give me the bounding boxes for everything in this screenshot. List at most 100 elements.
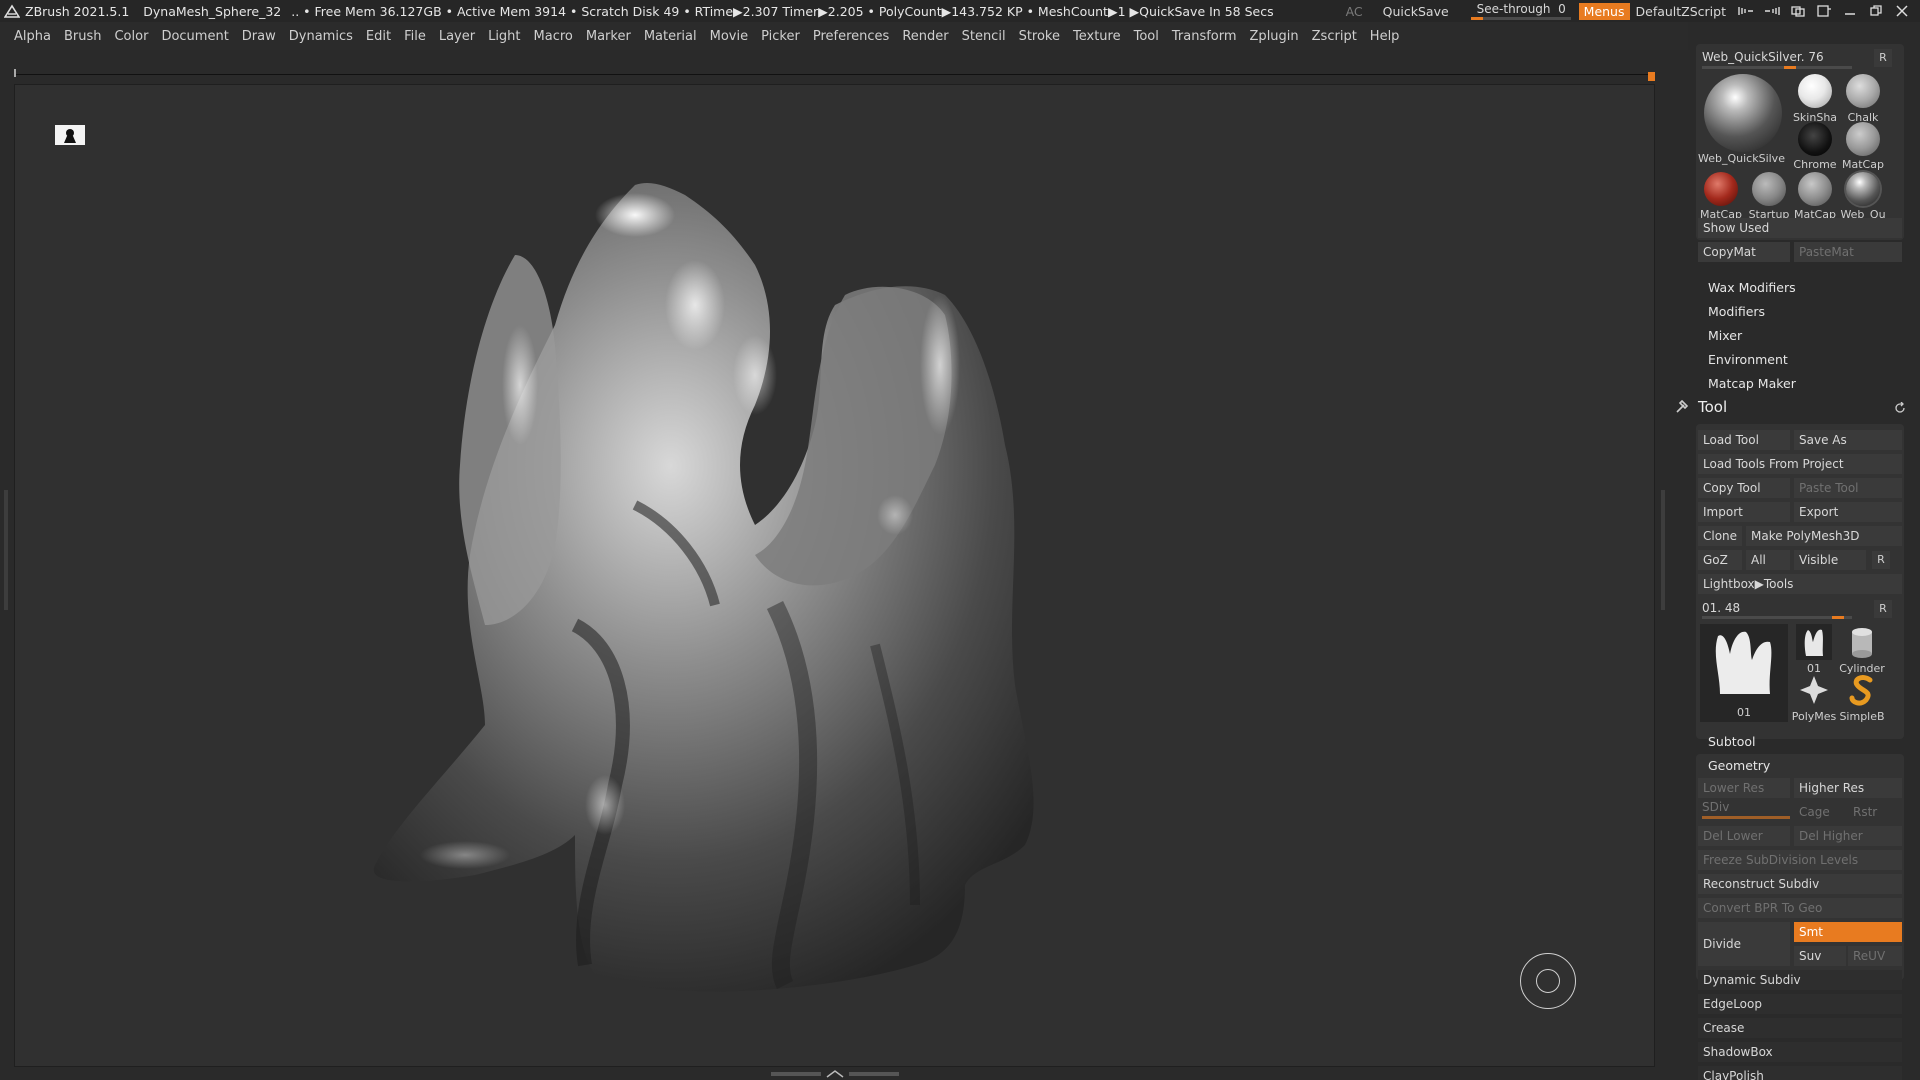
load-tool-button[interactable]: Load Tool <box>1698 430 1790 450</box>
paste-tool-button[interactable]: Paste Tool <box>1794 478 1902 498</box>
goz-visible-button[interactable]: Visible <box>1794 550 1866 570</box>
sculpt-model[interactable] <box>15 85 1655 1067</box>
tool-slider-reset-button[interactable]: R <box>1874 600 1892 618</box>
menu-render[interactable]: Render <box>902 29 948 44</box>
material-slider-knob[interactable] <box>1784 66 1796 69</box>
make-polymesh3d-button[interactable]: Make PolyMesh3D <box>1746 526 1902 546</box>
current-tool-thumbnail[interactable]: 01 <box>1700 624 1788 722</box>
tool-palette-title[interactable]: Tool <box>1698 398 1727 416</box>
higher-res-button[interactable]: Higher Res <box>1794 778 1902 798</box>
paste-mat-button[interactable]: PasteMat <box>1794 242 1902 262</box>
goz-reset-button[interactable]: R <box>1872 551 1890 569</box>
tool-thumb-polymesh[interactable] <box>1796 672 1832 708</box>
menu-zplugin[interactable]: Zplugin <box>1250 29 1299 44</box>
material-thumb-matcap-gray[interactable] <box>1798 172 1832 206</box>
menu-stroke[interactable]: Stroke <box>1019 29 1060 44</box>
menu-zscript[interactable]: Zscript <box>1312 29 1357 44</box>
navigation-gizmo-inner[interactable] <box>1536 969 1560 993</box>
menu-file[interactable]: File <box>404 29 426 44</box>
timeline-ruler[interactable] <box>14 69 1655 81</box>
material-large-preview[interactable] <box>1704 74 1782 152</box>
material-thumb-matcap[interactable] <box>1846 122 1880 156</box>
claypolish-section[interactable]: ClayPolish <box>1698 1066 1902 1080</box>
menu-stencil[interactable]: Stencil <box>962 29 1006 44</box>
right-tray-handle[interactable] <box>1661 490 1665 610</box>
tool-thumb-01[interactable] <box>1796 624 1832 660</box>
menu-color[interactable]: Color <box>114 29 148 44</box>
close-icon[interactable] <box>1894 5 1910 17</box>
import-button[interactable]: Import <box>1698 502 1790 522</box>
menu-layer[interactable]: Layer <box>439 29 475 44</box>
subtool-section[interactable]: Subtool <box>1708 734 1755 749</box>
lower-res-button[interactable]: Lower Res <box>1698 778 1790 798</box>
goz-all-button[interactable]: All <box>1746 550 1790 570</box>
menu-marker[interactable]: Marker <box>586 29 631 44</box>
copy-tool-button[interactable]: Copy Tool <box>1698 478 1790 498</box>
minimize-icon[interactable] <box>1842 5 1858 17</box>
timeline-knob[interactable] <box>1648 72 1655 81</box>
smt-toggle[interactable]: Smt <box>1794 922 1902 942</box>
save-as-button[interactable]: Save As <box>1794 430 1902 450</box>
convert-bpr-to-geo-button[interactable]: Convert BPR To Geo <box>1698 898 1902 918</box>
menus-button[interactable]: Menus <box>1578 2 1630 20</box>
dynamic-subdiv-section[interactable]: Dynamic Subdiv <box>1698 970 1902 990</box>
material-thumb-startup[interactable] <box>1752 172 1786 206</box>
menu-alpha[interactable]: Alpha <box>14 29 51 44</box>
tool-slider-track[interactable] <box>1702 616 1852 619</box>
modifiers-section[interactable]: Modifiers <box>1708 304 1765 319</box>
see-through-slider[interactable]: See-through 0 <box>1470 0 1571 22</box>
tool-slider-knob[interactable] <box>1831 616 1844 619</box>
menu-movie[interactable]: Movie <box>710 29 748 44</box>
material-thumb-matcap-red[interactable] <box>1704 172 1738 206</box>
load-tools-from-project-button[interactable]: Load Tools From Project <box>1698 454 1902 474</box>
material-thumb-skinshade[interactable] <box>1798 74 1832 108</box>
environment-section[interactable]: Environment <box>1708 352 1788 367</box>
freeze-subdivision-levels-button[interactable]: Freeze SubDivision Levels <box>1698 850 1902 870</box>
clone-button[interactable]: Clone <box>1698 526 1742 546</box>
matcap-maker-section[interactable]: Matcap Maker <box>1708 376 1796 391</box>
show-used-button[interactable]: Show Used <box>1698 218 1902 238</box>
material-reset-button[interactable]: R <box>1874 49 1892 67</box>
menu-material[interactable]: Material <box>644 29 697 44</box>
reuv-button[interactable]: ReUV <box>1848 946 1902 966</box>
tool-thumb-cylinder[interactable] <box>1844 624 1880 660</box>
refresh-icon[interactable] <box>1894 402 1906 414</box>
menu-brush[interactable]: Brush <box>64 29 102 44</box>
tool-thumb-simplebrush[interactable] <box>1844 672 1880 708</box>
menu-transform[interactable]: Transform <box>1172 29 1237 44</box>
save-layout-icon[interactable] <box>1816 5 1832 17</box>
wax-modifiers-section[interactable]: Wax Modifiers <box>1708 280 1796 295</box>
export-button[interactable]: Export <box>1794 502 1902 522</box>
suv-toggle[interactable]: Suv <box>1794 946 1846 966</box>
sdiv-slider[interactable] <box>1702 816 1790 819</box>
menu-macro[interactable]: Macro <box>534 29 573 44</box>
document-canvas[interactable] <box>14 84 1655 1067</box>
bottom-tray-handle[interactable] <box>770 1069 900 1078</box>
menu-light[interactable]: Light <box>488 29 520 44</box>
cage-button[interactable]: Cage <box>1794 802 1846 822</box>
menu-edit[interactable]: Edit <box>366 29 391 44</box>
menu-preferences[interactable]: Preferences <box>813 29 889 44</box>
copy-mat-button[interactable]: CopyMat <box>1698 242 1790 262</box>
crease-section[interactable]: Crease <box>1698 1018 1902 1038</box>
material-thumb-chalk[interactable] <box>1846 74 1880 108</box>
shadowbox-section[interactable]: ShadowBox <box>1698 1042 1902 1062</box>
material-slider-track[interactable] <box>1702 66 1852 69</box>
menu-tool[interactable]: Tool <box>1134 29 1159 44</box>
rstr-button[interactable]: Rstr <box>1848 802 1902 822</box>
divide-button[interactable]: Divide <box>1698 922 1790 966</box>
mixer-section[interactable]: Mixer <box>1708 328 1742 343</box>
layout-left-icon[interactable] <box>1738 5 1754 17</box>
material-thumb-web-quicksilver[interactable] <box>1846 172 1880 206</box>
menu-draw[interactable]: Draw <box>242 29 276 44</box>
default-zscript-button[interactable]: DefaultZScript <box>1636 4 1727 19</box>
menu-help[interactable]: Help <box>1370 29 1400 44</box>
video-recorder-icon[interactable] <box>55 125 85 145</box>
swap-layout-icon[interactable] <box>1790 5 1806 17</box>
menu-picker[interactable]: Picker <box>761 29 800 44</box>
edgeloop-section[interactable]: EdgeLoop <box>1698 994 1902 1014</box>
menu-texture[interactable]: Texture <box>1073 29 1121 44</box>
menu-dynamics[interactable]: Dynamics <box>289 29 353 44</box>
layout-right-icon[interactable] <box>1764 5 1780 17</box>
lightbox-tools-button[interactable]: Lightbox▶Tools <box>1698 574 1902 594</box>
